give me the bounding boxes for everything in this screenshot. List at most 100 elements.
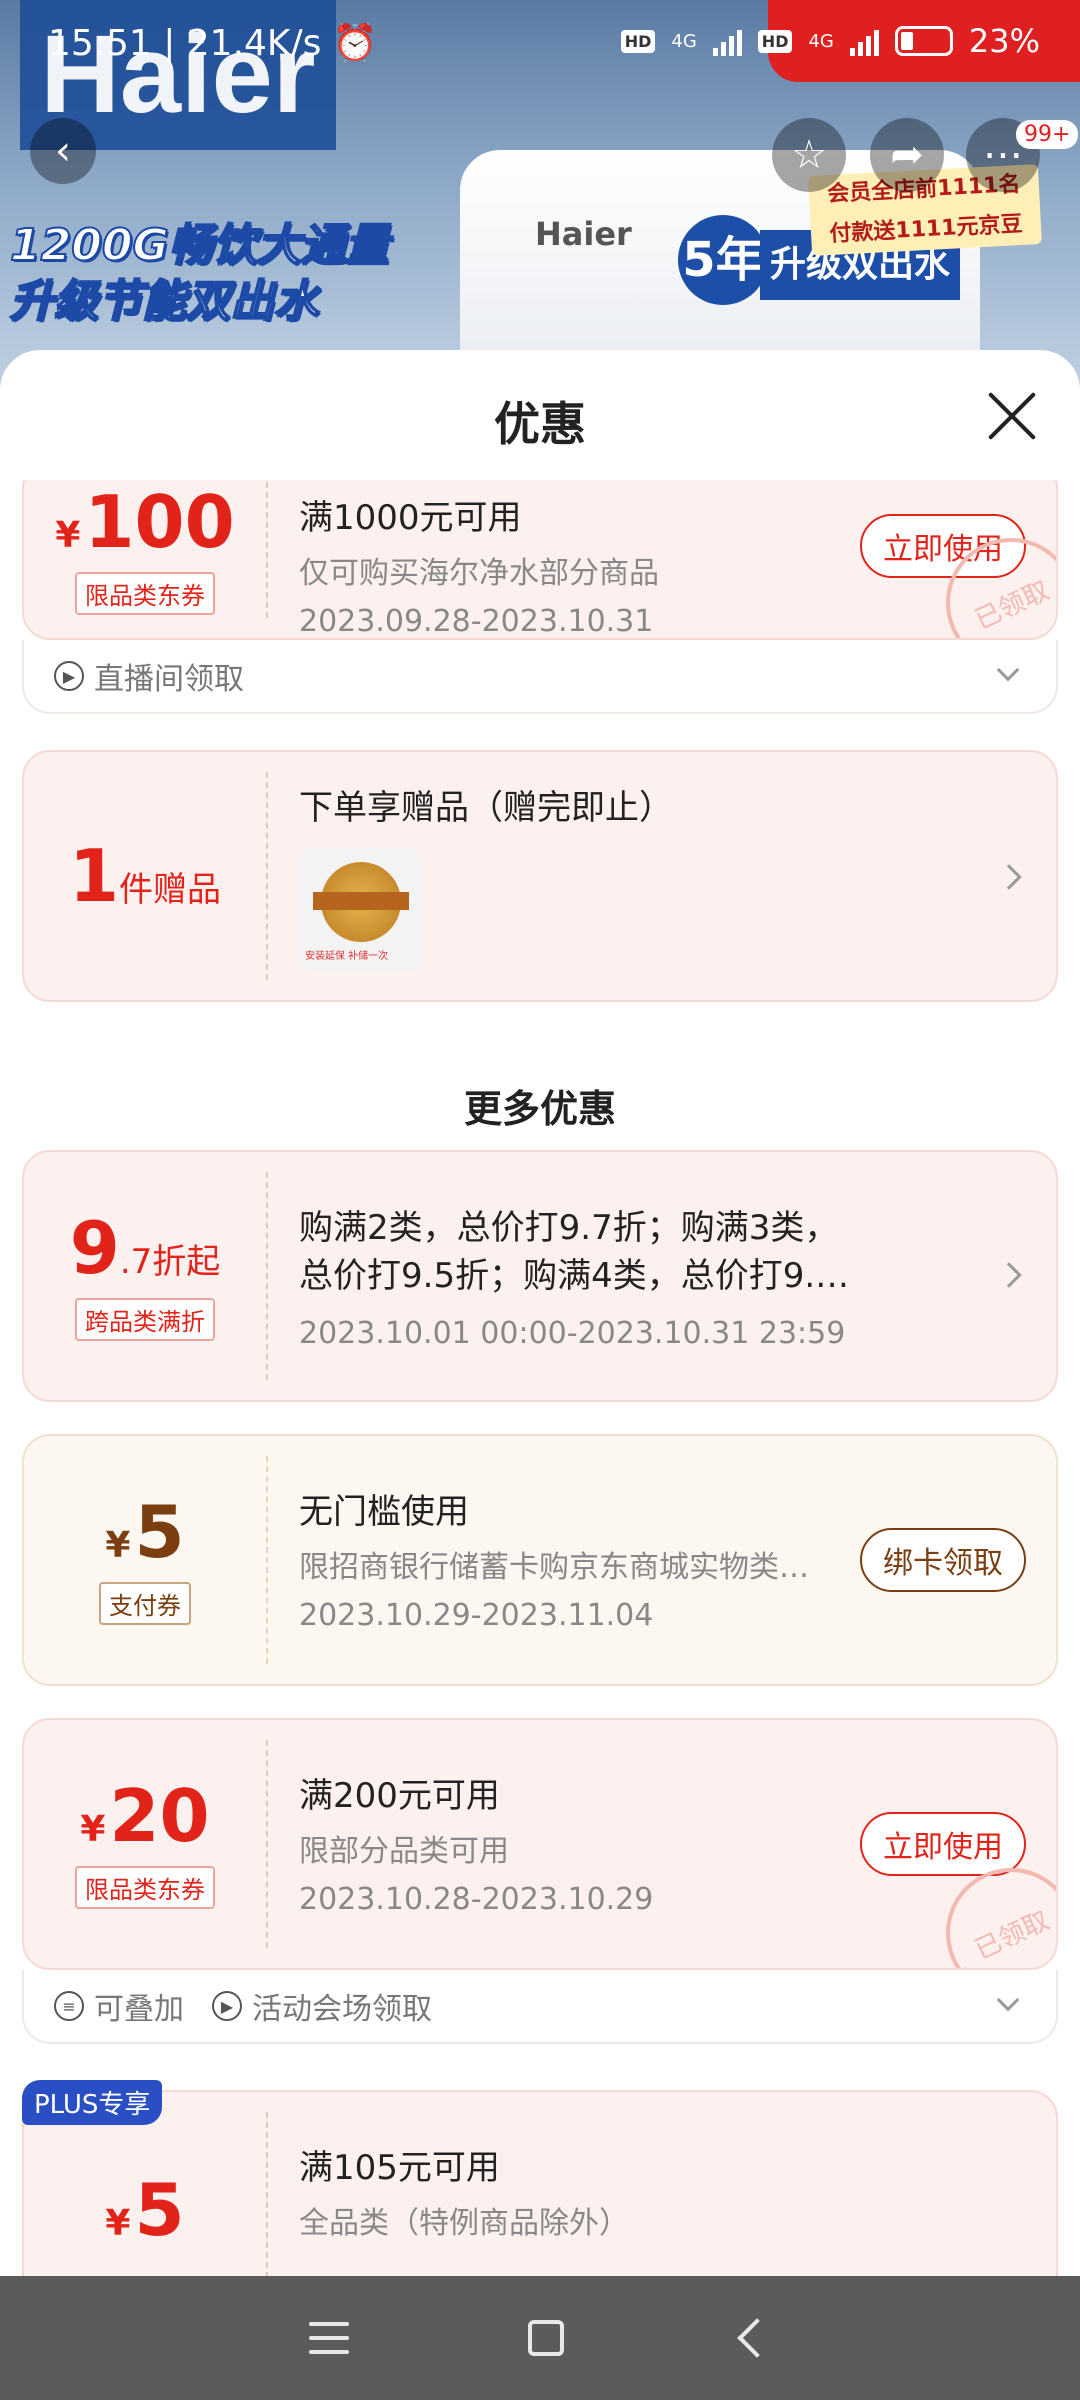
coupon-info: 满200元可用 限部分品类可用 2023.10.28-2023.10.29 立即… xyxy=(299,1720,1056,1968)
discount-number: 9 xyxy=(69,1205,120,1290)
discount-info: 购满2类，总价打9.7折；购满3类， 总价打9.5折；购满4类，总价打9.… 2… xyxy=(299,1152,1056,1400)
menu-icon[interactable] xyxy=(309,2322,350,2354)
network-label-2: 4G xyxy=(808,30,834,52)
coupon-card: ¥ 5 满105元可用 全品类（特例商品除外） xyxy=(22,2090,1058,2276)
system-nav-bar xyxy=(0,2276,1080,2400)
product-brand: Haier xyxy=(535,215,632,253)
network-label-1: 4G xyxy=(671,30,697,52)
coupon-type-tag: 限品类东券 xyxy=(75,571,215,615)
gift-caption: 安装延保 补储一次 xyxy=(305,951,389,962)
coupon-amount: ¥ 100 xyxy=(55,486,234,558)
divider xyxy=(266,1172,268,1380)
coupon-date: 2023.10.28-2023.10.29 xyxy=(299,1882,654,1917)
net-speed: 21.4K/s xyxy=(186,23,322,64)
ribbon xyxy=(313,892,409,910)
bind-card-button[interactable]: 绑卡领取 xyxy=(860,1528,1026,1592)
back-icon[interactable] xyxy=(736,2318,777,2358)
coupon-desc: 限部分品类可用 xyxy=(299,1834,509,1869)
alarm-icon: ⏰ xyxy=(332,23,378,64)
yen-symbol: ¥ xyxy=(55,514,81,556)
amount-number: 20 xyxy=(109,1773,210,1858)
discount-title-2: 总价打9.5折；购满4类，总价打9.… xyxy=(299,1256,850,1296)
coupon-title: 满1000元可用 xyxy=(299,498,522,538)
divider xyxy=(266,2112,268,2276)
chevron-right-icon xyxy=(996,1262,1022,1288)
yen-symbol: ¥ xyxy=(105,1524,131,1566)
message-count-badge: 99+ xyxy=(1016,120,1079,149)
sheet-body[interactable]: ¥ 100 限品类东券 满1000元可用 仅可购买海尔净水部分商品 2023.0… xyxy=(0,480,1080,2276)
coupon-amount: ¥ 5 xyxy=(105,2174,184,2246)
gift-info: 下单享赠品（赠完即止） 安装延保 补储一次 xyxy=(299,752,1056,1000)
discount-title-1: 购满2类，总价打9.7折；购满3类， xyxy=(299,1208,839,1248)
yen-symbol: ¥ xyxy=(105,2203,131,2244)
yen-symbol: ¥ xyxy=(80,1808,106,1850)
status-indicators: HD 4G HD 4G 23% xyxy=(620,22,1040,60)
coupon-title: 满105元可用 xyxy=(299,2148,500,2188)
section-heading: 更多优惠 xyxy=(463,1087,616,1131)
chevron-down-icon[interactable] xyxy=(996,658,1020,682)
plus-exclusive-badge: PLUS专享 xyxy=(22,2080,163,2125)
footer-label: 活动会场领取 xyxy=(252,1992,432,2027)
discount-type-tag: 跨品类满折 xyxy=(75,1297,215,1341)
favorite-button[interactable]: ☆ xyxy=(772,118,846,192)
coupon-footer[interactable]: ▶ 直播间领取 xyxy=(22,640,1058,714)
chevron-down-icon[interactable] xyxy=(996,1988,1020,2012)
share-icon: ➦ xyxy=(890,132,924,178)
coupon-date: 2023.09.28-2023.10.31 xyxy=(299,604,654,639)
coupon-type-tag: 支付券 xyxy=(99,1581,191,1625)
coupon-value: ¥ 100 限品类东券 xyxy=(24,480,266,638)
close-icon[interactable] xyxy=(984,388,1040,444)
amount-number: 100 xyxy=(84,480,235,564)
coupon-info: 无门槛使用 限招商银行储蓄卡购京东商城实物类… 2023.10.29-2023.… xyxy=(299,1436,1056,1684)
use-now-button[interactable]: 立即使用 xyxy=(860,1812,1026,1876)
coupon-value: ¥ 20 限品类东券 xyxy=(24,1720,266,1968)
coupon-info: 满105元可用 全品类（特例商品除外） xyxy=(299,2092,1056,2276)
coupon-title: 满200元可用 xyxy=(299,1776,500,1816)
discount-card[interactable]: 9 .7折起 跨品类满折 购满2类，总价打9.7折；购满3类， 总价打9.5折；… xyxy=(22,1150,1058,1402)
share-button[interactable]: ➦ xyxy=(870,118,944,192)
gift-title: 下单享赠品（赠完即止） xyxy=(299,788,673,828)
venue-icon: ▶ xyxy=(212,1991,242,2021)
sheet-header: 优惠 xyxy=(0,350,1080,480)
coupon-amount: ¥ 20 xyxy=(80,1780,209,1852)
amount-number: 5 xyxy=(134,1489,185,1574)
gift-value: 1 件赠品 xyxy=(24,752,266,1000)
home-icon[interactable] xyxy=(527,2320,564,2356)
star-icon: ☆ xyxy=(791,132,827,178)
divider xyxy=(266,772,268,980)
discount-value: 9 .7折起 跨品类满折 xyxy=(24,1152,266,1400)
discount-unit: .7折起 xyxy=(119,1241,221,1282)
sheet-title: 优惠 xyxy=(494,397,586,451)
discount-amount: 9 .7折起 xyxy=(70,1212,221,1284)
divider xyxy=(266,482,268,618)
hd-icon-2: HD xyxy=(757,29,793,53)
gift-thumbnail[interactable]: 安装延保 补储一次 xyxy=(299,848,423,972)
discount-date: 2023.10.01 00:00-2023.10.31 23:59 xyxy=(299,1316,846,1351)
coupon-value: ¥ 5 支付券 xyxy=(24,1436,266,1684)
battery-icon xyxy=(894,26,953,56)
divider xyxy=(266,1456,268,1664)
stack-icon: ≡ xyxy=(54,1991,84,2021)
chevron-right-icon xyxy=(996,864,1022,890)
slogan-line-1: 1200G畅饮大通量 xyxy=(9,219,390,272)
coupon-desc: 仅可购买海尔净水部分商品 xyxy=(299,556,659,591)
coupon-desc: 限招商银行储蓄卡购京东商城实物类… xyxy=(299,1550,809,1585)
gift-count: 1 xyxy=(68,834,120,918)
back-button[interactable]: ‹ xyxy=(30,118,96,184)
live-icon: ▶ xyxy=(54,661,84,691)
hd-icon: HD xyxy=(620,29,656,53)
gift-unit: 件赠品 xyxy=(119,870,222,910)
coupon-amount: ¥ 5 xyxy=(105,1496,184,1568)
signal-icon xyxy=(712,26,742,56)
coupon-footer[interactable]: ≡ 可叠加 ▶ 活动会场领取 xyxy=(22,1970,1058,2044)
coupon-card: ¥ 100 限品类东券 满1000元可用 仅可购买海尔净水部分商品 2023.0… xyxy=(22,480,1058,640)
gift-card[interactable]: 1 件赠品 下单享赠品（赠完即止） 安装延保 补储一次 xyxy=(22,750,1058,1002)
amount-number: 5 xyxy=(134,2168,185,2252)
coupon-title: 无门槛使用 xyxy=(299,1492,469,1532)
coupon-sheet: 优惠 ¥ 100 限品类东券 满1000元可用 仅可购买海尔净水部分商品 202… xyxy=(0,350,1080,2276)
coupon-info: 满1000元可用 仅可购买海尔净水部分商品 2023.09.28-2023.10… xyxy=(299,480,1056,638)
warranty-badge: 5年 xyxy=(678,215,768,305)
battery-level: 23% xyxy=(968,22,1040,60)
footer-source: ▶ 直播间领取 xyxy=(54,654,244,698)
coupon-desc: 全品类（特例商品除外） xyxy=(299,2206,629,2241)
